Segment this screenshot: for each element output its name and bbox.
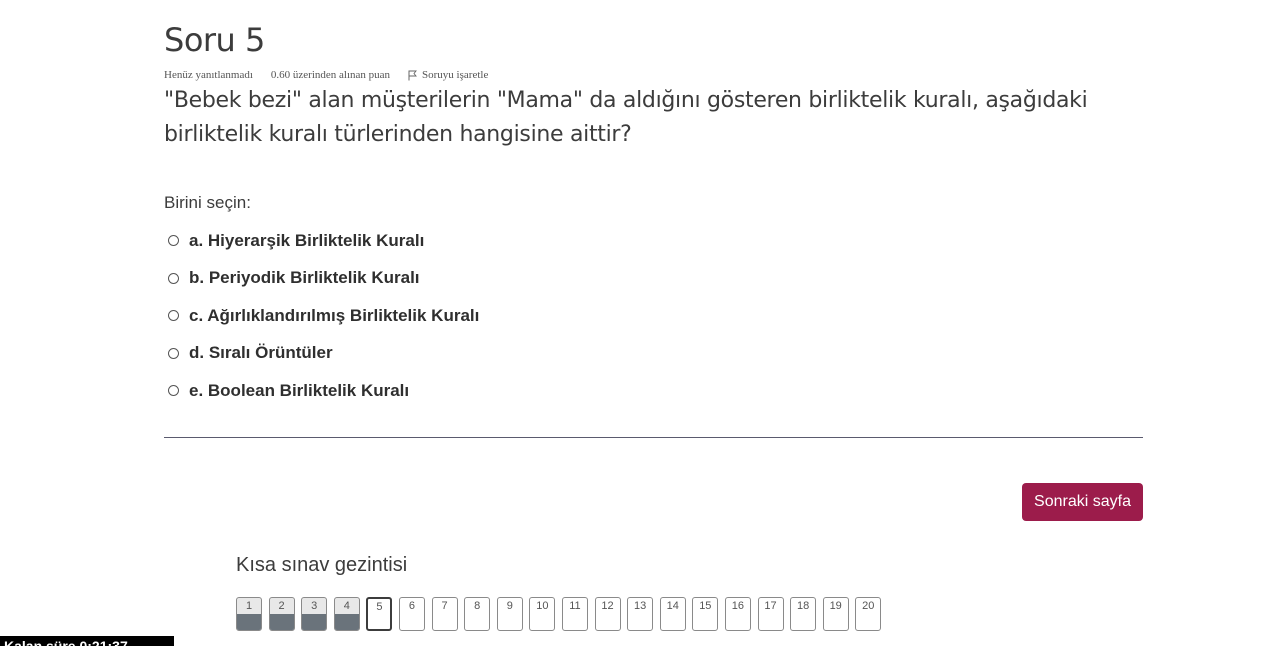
quiz-nav-number: 3 <box>311 600 318 612</box>
answer-option-d[interactable]: d. Sıralı Örüntüler <box>168 335 479 373</box>
quiz-nav-number: 15 <box>699 600 712 612</box>
question-text: "Bebek bezi" alan müşterilerin "Mama" da… <box>164 88 1088 147</box>
quiz-nav-number: 5 <box>376 601 383 613</box>
question-block: Soru 5 Henüz yanıtlanmadı 0.60 üzerinden… <box>164 20 1144 152</box>
quiz-nav-button-13[interactable]: 13 <box>627 597 654 631</box>
answer-list: a. Hiyerarşik Birliktelik Kuralı b. Peri… <box>168 222 479 410</box>
quiz-nav-button-20[interactable]: 20 <box>855 597 882 631</box>
answer-label: e. Boolean Birliktelik Kuralı <box>189 380 410 400</box>
quiz-nav-number: 17 <box>764 600 777 612</box>
timer-display: Kalan süre 0:21:37 <box>0 636 174 646</box>
quiz-nav-number: 12 <box>601 600 614 612</box>
quiz-nav-number: 9 <box>506 600 513 612</box>
question-title: Soru 5 <box>164 21 265 59</box>
flag-icon <box>408 70 417 80</box>
question-points: 0.60 üzerinden alınan puan <box>270 69 391 81</box>
quiz-nav-number: 4 <box>343 600 350 612</box>
radio-button[interactable] <box>168 347 179 359</box>
quiz-nav-button-19[interactable]: 19 <box>822 597 849 631</box>
quiz-nav-button-11[interactable]: 11 <box>561 597 588 631</box>
radio-button[interactable] <box>168 310 179 322</box>
quiz-nav-number: 16 <box>731 600 745 612</box>
flag-question-link[interactable]: Soruyu işaretle <box>408 69 488 81</box>
quiz-nav-button-7[interactable]: 7 <box>431 597 458 631</box>
radio-button[interactable] <box>168 272 179 284</box>
answered-indicator <box>334 614 359 630</box>
quiz-navigation-buttons: 1 2 3 4 5 6 7 8 9 10 11 12 13 14 15 16 17 18 19 20 <box>236 597 882 631</box>
answer-label: b. Periyodik Birliktelik Kuralı <box>189 268 420 288</box>
quiz-nav-button-10[interactable]: 10 <box>529 597 556 631</box>
quiz-nav-button-4[interactable]: 4 <box>333 597 360 631</box>
quiz-nav-number: 18 <box>796 600 810 612</box>
quiz-nav-number: 2 <box>278 600 285 612</box>
answered-indicator <box>302 614 327 630</box>
quiz-nav-number: 6 <box>408 600 416 612</box>
quiz-nav-number: 19 <box>829 600 842 612</box>
answered-indicator <box>237 614 261 630</box>
quiz-nav-number: 13 <box>634 600 647 612</box>
quiz-nav-button-12[interactable]: 12 <box>594 597 621 631</box>
quiz-nav-number: 14 <box>666 600 679 612</box>
quiz-nav-button-17[interactable]: 17 <box>757 597 784 631</box>
question-status: Henüz yanıtlanmadı <box>164 69 253 81</box>
answer-option-a[interactable]: a. Hiyerarşik Birliktelik Kuralı <box>168 222 479 260</box>
quiz-nav-button-16[interactable]: 16 <box>724 597 751 631</box>
quiz-nav-button-3[interactable]: 3 <box>301 597 328 631</box>
quiz-nav-button-6[interactable]: 6 <box>398 597 425 631</box>
quiz-nav-number: 11 <box>569 600 581 612</box>
answer-label: c. Ağırlıklandırılmış Birliktelik Kuralı <box>189 305 480 325</box>
answer-prompt: Birini seçin: <box>164 193 251 212</box>
quiz-nav-button-2[interactable]: 2 <box>268 597 295 631</box>
next-page-button[interactable]: Sonraki sayfa <box>1022 483 1143 521</box>
radio-button[interactable] <box>168 385 179 397</box>
answer-option-b[interactable]: b. Periyodik Birliktelik Kuralı <box>168 260 479 298</box>
quiz-nav-number: 1 <box>245 600 253 612</box>
quiz-nav-button-18[interactable]: 18 <box>790 597 817 631</box>
quiz-nav-button-14[interactable]: 14 <box>659 597 686 631</box>
quiz-nav-button-8[interactable]: 8 <box>464 597 491 631</box>
quiz-nav-number: 20 <box>862 600 875 612</box>
question-meta: Henüz yanıtlanmadı 0.60 üzerinden alınan… <box>164 68 1144 82</box>
quiz-navigation-title: Kısa sınav gezintisi <box>236 554 408 576</box>
quiz-nav-button-15[interactable]: 15 <box>692 597 719 631</box>
quiz-nav-number: 8 <box>474 600 481 612</box>
quiz-nav-number: 10 <box>536 600 549 612</box>
answer-option-c[interactable]: c. Ağırlıklandırılmış Birliktelik Kuralı <box>168 297 479 335</box>
answer-label: a. Hiyerarşik Birliktelik Kuralı <box>189 230 425 250</box>
divider <box>164 437 1143 438</box>
flag-question-label: Soruyu işaretle <box>422 69 489 81</box>
answer-option-e[interactable]: e. Boolean Birliktelik Kuralı <box>168 372 479 410</box>
answer-label: d. Sıralı Örüntüler <box>189 343 333 363</box>
answered-indicator <box>269 614 294 630</box>
quiz-page: Soru 5 Henüz yanıtlanmadı 0.60 üzerinden… <box>0 0 1280 646</box>
quiz-nav-button-9[interactable]: 9 <box>496 597 523 631</box>
quiz-nav-button-5[interactable]: 5 <box>366 597 393 631</box>
quiz-nav-number: 7 <box>441 600 448 612</box>
radio-button[interactable] <box>168 235 179 247</box>
quiz-nav-button-1[interactable]: 1 <box>236 597 262 631</box>
